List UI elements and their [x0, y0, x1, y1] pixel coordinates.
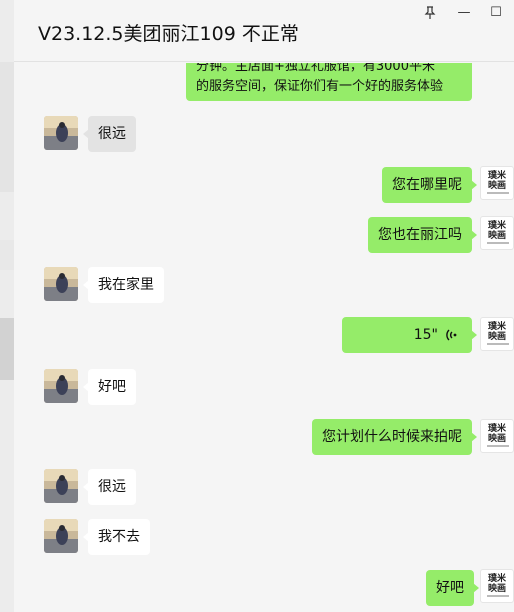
contact-avatar[interactable] — [44, 519, 78, 553]
list-item-strip[interactable] — [0, 240, 14, 270]
my-avatar[interactable]: 璞米 映画 — [480, 317, 514, 351]
avatar-text: 映画 — [488, 434, 507, 444]
avatar-text: 璞米 — [488, 574, 507, 584]
voice-wave-icon — [446, 329, 457, 341]
list-item-selected-strip[interactable] — [0, 318, 14, 380]
message-text: 的服务空间，保证你们有一个好的服务体验 — [196, 79, 444, 94]
message-bubble-outgoing[interactable]: 您也在丽江吗 — [368, 217, 477, 253]
avatar-text: 璞米 — [488, 171, 507, 181]
message-bubble-outgoing[interactable]: 好吧 — [426, 570, 479, 606]
chat-area[interactable]: 分钟。主店面+独立礼服馆，有3000平米 的服务空间，保证你们有一个好的服务体验… — [14, 63, 514, 612]
message-bubble-incoming[interactable]: 好吧 — [83, 369, 136, 405]
pin-button[interactable] — [420, 4, 440, 22]
message-bubble-incoming[interactable]: 我不去 — [83, 519, 150, 555]
contact-avatar[interactable] — [44, 116, 78, 150]
message-bubble-outgoing[interactable]: 您计划什么时候来拍呢 — [312, 419, 477, 455]
voice-message-bubble[interactable]: 15" — [342, 317, 477, 353]
message-text: 分钟。主店面+独立礼服馆，有3000平米 — [196, 63, 435, 74]
message-bubble-outgoing[interactable]: 您在哪里呢 — [382, 167, 477, 203]
avatar-text: 映画 — [488, 181, 507, 191]
avatar-text: 璞米 — [488, 221, 507, 231]
message-bubble-incoming[interactable]: 很远 — [83, 116, 136, 152]
avatar-text: 映画 — [488, 231, 507, 241]
avatar-text: 璞米 — [488, 322, 507, 332]
contact-avatar[interactable] — [44, 267, 78, 301]
pin-icon — [424, 6, 436, 19]
minimize-button[interactable]: — — [454, 4, 474, 22]
my-avatar[interactable]: 璞米 映画 — [480, 216, 514, 250]
my-avatar[interactable]: 璞米 映画 — [480, 419, 514, 453]
voice-duration: 15" — [413, 327, 438, 343]
chat-header: V23.12.5美团丽江109 不正常 — ☐ — [14, 0, 514, 62]
message-bubble-incoming[interactable]: 我在家里 — [83, 267, 164, 303]
avatar-text: 映画 — [488, 584, 507, 594]
contact-avatar[interactable] — [44, 469, 78, 503]
avatar-text: 璞米 — [488, 424, 507, 434]
chat-title: V23.12.5美团丽江109 不正常 — [38, 23, 299, 45]
my-avatar[interactable]: 璞米 映画 — [480, 569, 514, 603]
my-avatar[interactable]: 璞米 映画 — [480, 166, 514, 200]
list-item-strip[interactable] — [0, 62, 14, 192]
message-bubble-outgoing-partial[interactable]: 分钟。主店面+独立礼服馆，有3000平米 的服务空间，保证你们有一个好的服务体验 — [186, 63, 472, 101]
contact-avatar[interactable] — [44, 369, 78, 403]
maximize-button[interactable]: ☐ — [486, 4, 506, 22]
avatar-text: 映画 — [488, 332, 507, 342]
side-list-strip — [0, 0, 14, 612]
message-bubble-incoming[interactable]: 很远 — [83, 469, 136, 505]
